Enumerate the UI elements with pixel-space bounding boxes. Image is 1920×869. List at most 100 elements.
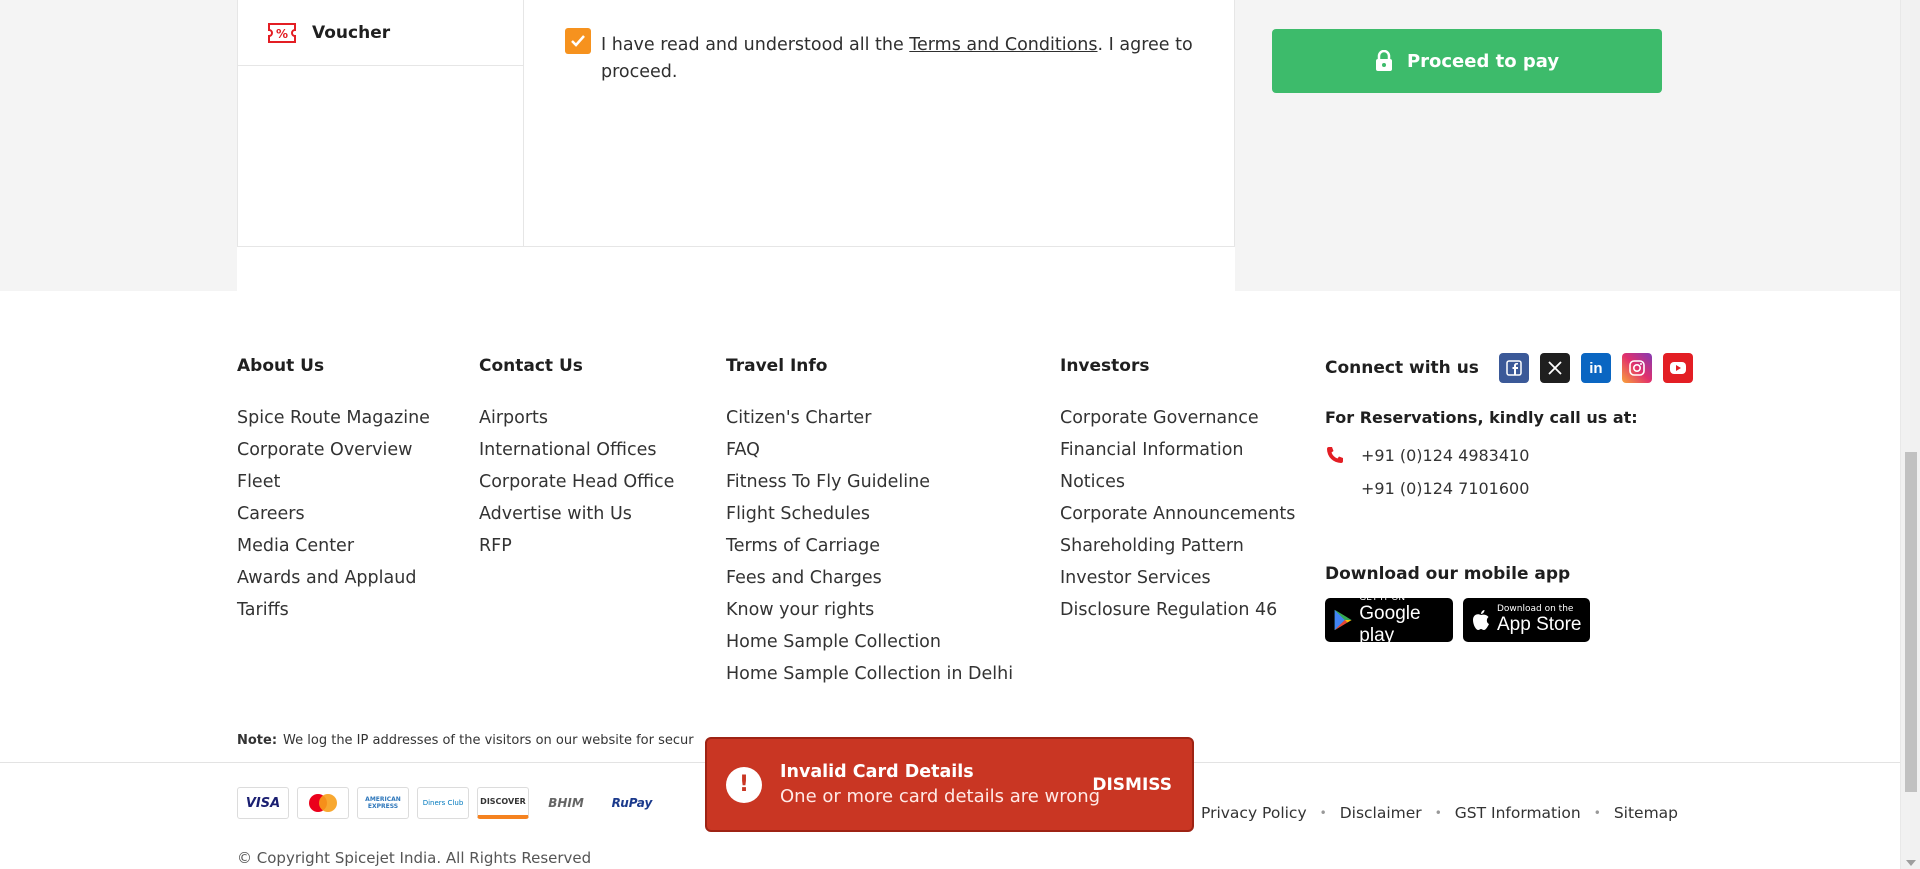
footer-column-title: About Us [237, 356, 325, 376]
footer-link[interactable]: Fitness To Fly Guideline [726, 466, 1013, 498]
error-icon: ! [726, 766, 762, 803]
footer-link[interactable]: Corporate Governance [1060, 402, 1295, 434]
footer-link[interactable]: Airports [479, 402, 674, 434]
google-play-icon [1334, 609, 1352, 631]
google-badge-big: Google play [1359, 603, 1421, 646]
footer-link[interactable]: RFP [479, 530, 674, 562]
footer-link[interactable]: Shareholding Pattern [1060, 530, 1295, 562]
terms-checkbox[interactable] [565, 28, 591, 54]
disclaimer-link[interactable]: Disclaimer [1340, 804, 1422, 822]
voucher-icon: % [268, 22, 296, 43]
phone-icon [1327, 447, 1343, 463]
proceed-label: Proceed to pay [1406, 50, 1560, 72]
toast-title: Invalid Card Details [780, 762, 974, 782]
footer-link[interactable]: Advertise with Us [479, 498, 674, 530]
bhim-logo: BHIM [537, 787, 595, 819]
app-store-badge[interactable]: Download on the App Store [1463, 598, 1590, 642]
visa-logo: VISA [237, 787, 289, 819]
apple-badge-small: Download on the [1497, 604, 1574, 614]
check-icon [571, 35, 585, 47]
footer-column-title: Contact Us [479, 356, 583, 376]
footer-link[interactable]: Fees and Charges [726, 562, 1013, 594]
scroll-down-arrow-icon[interactable] [1906, 860, 1916, 866]
instagram-glyph [1629, 360, 1645, 376]
note-label: Note: [237, 733, 278, 748]
privacy-policy-link[interactable]: Privacy Policy [1201, 804, 1307, 822]
footer-link[interactable]: Investor Services [1060, 562, 1295, 594]
lock-icon [1375, 50, 1392, 71]
discover-logo: DISCOVER [477, 787, 529, 819]
footer-link[interactable]: International Offices [479, 434, 674, 466]
x-glyph [1548, 361, 1562, 375]
ip-note: Note: We log the IP addresses of the visi… [237, 733, 694, 748]
terms-prefix: I have read and understood all the [601, 35, 910, 55]
sitemap-link[interactable]: Sitemap [1614, 804, 1678, 822]
connect-section: Connect with us in For Reservations, kin… [1325, 352, 1705, 646]
facebook-icon[interactable] [1498, 353, 1529, 383]
footer-link[interactable]: Know your rights [726, 594, 1013, 626]
phone-number-2[interactable]: +91 (0)124 7101600 [1361, 479, 1705, 498]
link-separator: • [1434, 806, 1442, 820]
proceed-to-pay-button[interactable]: Proceed to pay [1272, 29, 1662, 93]
dismiss-button[interactable]: DISMISS [1092, 775, 1172, 795]
gst-information-link[interactable]: GST Information [1455, 804, 1581, 822]
footer-link[interactable]: Home Sample Collection [726, 626, 1013, 658]
terms-agreement: I have read and understood all the Terms… [565, 28, 1205, 86]
apple-badge-big: App Store [1497, 614, 1582, 635]
mastercard-logo [297, 787, 349, 819]
google-badge-small: GET IT ON [1359, 593, 1406, 603]
amex-logo: AMERICAN EXPRESS [357, 787, 409, 819]
x-icon[interactable] [1539, 353, 1570, 383]
footer-link[interactable]: Flight Schedules [726, 498, 1013, 530]
connect-title: Connect with us [1325, 358, 1479, 378]
copyright: © Copyright Spicejet India. All Rights R… [237, 849, 592, 867]
youtube-glyph [1669, 362, 1686, 374]
error-toast: ! Invalid Card Details One or more card … [705, 737, 1194, 832]
link-separator: • [1319, 806, 1327, 820]
footer-link[interactable]: Spice Route Magazine [237, 402, 430, 434]
linkedin-glyph: in [1589, 359, 1603, 377]
reservations-title: For Reservations, kindly call us at: [1325, 408, 1638, 427]
panel-footer-gap [237, 247, 1235, 291]
phone-number-1[interactable]: +91 (0)124 4983410 [1361, 446, 1529, 465]
toast-content: Invalid Card Details One or more card de… [780, 762, 1100, 807]
footer-link[interactable]: Fleet [237, 466, 430, 498]
legal-links: Privacy Policy • Disclaimer • GST Inform… [1201, 804, 1678, 822]
footer-link[interactable]: FAQ [726, 434, 1013, 466]
footer-link[interactable]: Tariffs [237, 594, 430, 626]
rupay-logo: RuPay [603, 787, 661, 819]
footer-link[interactable]: Careers [237, 498, 430, 530]
instagram-icon[interactable] [1621, 353, 1652, 383]
google-play-badge[interactable]: GET IT ON Google play [1325, 593, 1453, 646]
scrollbar-thumb[interactable] [1905, 452, 1917, 792]
linkedin-icon[interactable]: in [1580, 353, 1611, 383]
footer-column-investors: Investors Corporate Governance Financial… [1060, 352, 1295, 626]
footer-link[interactable]: Notices [1060, 466, 1295, 498]
footer-link[interactable]: Corporate Head Office [479, 466, 674, 498]
sidebar-item-label: Voucher [312, 22, 391, 43]
footer-column-title: Investors [1060, 356, 1150, 376]
footer-link[interactable]: Media Center [237, 530, 430, 562]
payment-logos: VISA AMERICAN EXPRESS Diners Club DISCOV… [237, 787, 669, 819]
facebook-glyph [1506, 360, 1522, 376]
footer-link[interactable]: Awards and Applaud [237, 562, 430, 594]
footer-link[interactable]: Corporate Overview [237, 434, 430, 466]
footer-column-contact: Contact Us Airports International Office… [479, 352, 674, 562]
footer-link[interactable]: Corporate Announcements [1060, 498, 1295, 530]
app-download-title: Download our mobile app [1325, 564, 1571, 584]
mastercard-icon [309, 794, 337, 812]
footer-link[interactable]: Home Sample Collection in Delhi [726, 658, 1013, 690]
footer-link[interactable]: Financial Information [1060, 434, 1295, 466]
youtube-icon[interactable] [1662, 353, 1693, 383]
sidebar-item-voucher[interactable]: % Voucher [238, 0, 523, 66]
note-text: We log the IP addresses of the visitors … [283, 733, 694, 748]
footer-column-about: About Us Spice Route Magazine Corporate … [237, 352, 430, 626]
footer-link[interactable]: Terms of Carriage [726, 530, 1013, 562]
footer-link[interactable]: Citizen's Charter [726, 402, 1013, 434]
terms-conditions-link[interactable]: Terms and Conditions [909, 35, 1097, 55]
page-scrollbar[interactable] [1900, 0, 1920, 869]
footer-column-travel-info: Travel Info Citizen's Charter FAQ Fitnes… [726, 352, 1013, 690]
link-separator: • [1593, 806, 1601, 820]
footer-link[interactable]: Disclosure Regulation 46 [1060, 594, 1295, 626]
terms-text: I have read and understood all the Terms… [601, 32, 1205, 86]
